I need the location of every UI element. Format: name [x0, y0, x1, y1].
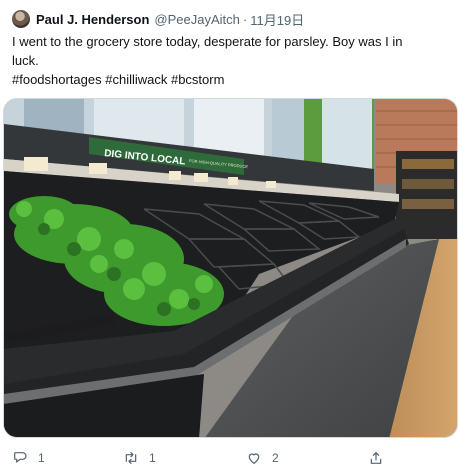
share-icon — [370, 452, 382, 464]
separator-dot: · — [242, 11, 248, 27]
retweet-icon — [125, 452, 137, 464]
author-handle[interactable]: @PeeJayAitch — [154, 12, 239, 27]
reply-icon — [14, 452, 27, 463]
tweet-text-line: I went to the grocery store today, despe… — [12, 34, 403, 49]
tweet-photo[interactable]: DIG INTO LOCAL FOR HIGH-QUALITY PRODUCE — [3, 98, 458, 438]
author-name[interactable]: Paul J. Henderson — [36, 12, 149, 27]
tweet-header: Paul J. Henderson @PeeJayAitch · 11月19日 — [12, 9, 304, 29]
tweet-text-line: luck. — [12, 53, 39, 68]
heart-icon — [248, 453, 260, 464]
tweet-date[interactable]: 11月19日 — [250, 10, 304, 29]
reply-count: 1 — [38, 451, 45, 465]
like-count: 2 — [272, 451, 279, 465]
avatar[interactable] — [12, 10, 30, 28]
tweet-text: I went to the grocery store today, despe… — [12, 32, 442, 89]
reply-button[interactable]: 1 — [12, 450, 45, 466]
retweet-button[interactable]: 1 — [123, 450, 156, 466]
tweet-actions: 1 1 2 — [0, 446, 458, 472]
grocery-shelf-image: DIG INTO LOCAL FOR HIGH-QUALITY PRODUCE — [4, 99, 457, 437]
like-button[interactable]: 2 — [246, 450, 279, 466]
retweet-count: 1 — [149, 451, 156, 465]
tweet-hashtags[interactable]: #foodshortages #chilliwack #bcstorm — [12, 70, 442, 89]
tweet[interactable]: Paul J. Henderson @PeeJayAitch · 11月19日 … — [0, 0, 458, 472]
share-button[interactable] — [368, 450, 394, 466]
